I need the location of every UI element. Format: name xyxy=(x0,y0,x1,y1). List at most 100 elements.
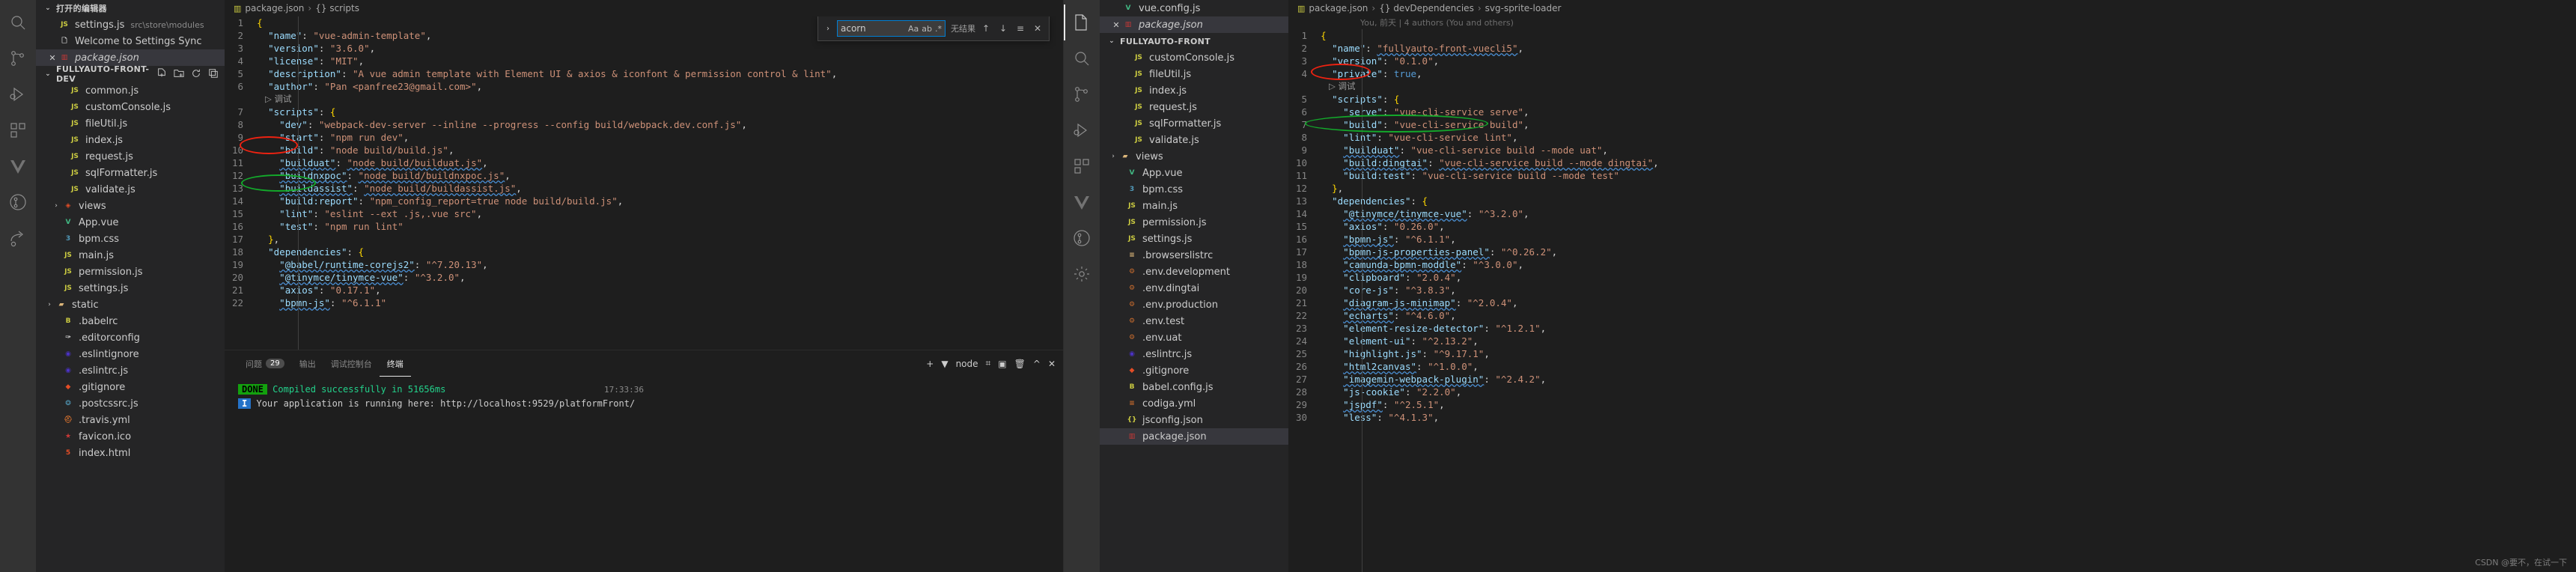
code-line[interactable]: "build": "node build/build.js", xyxy=(257,144,1063,156)
file-tree-item[interactable]: 3 bpm.css xyxy=(1100,181,1288,198)
find-close-icon[interactable]: ✕ xyxy=(1031,23,1044,34)
panel-tab[interactable]: 终端 xyxy=(380,350,411,377)
code-line[interactable]: "scripts": { xyxy=(257,106,1063,118)
code-line[interactable]: "imagemin-webpack-plugin": "^2.4.2", xyxy=(1321,373,2576,386)
file-tree-item[interactable]: JS permission.js xyxy=(36,264,225,280)
find-widget-left[interactable]: › Aa ab .* 无结果 ↑ ↓ ≡ ✕ xyxy=(817,16,1050,41)
file-tree-item[interactable]: JS settings.js xyxy=(1100,231,1288,247)
code-line[interactable]: "buildassist": "node build/buildassist.j… xyxy=(257,182,1063,195)
open-editor-item[interactable]: 🗋 Welcome to Settings Sync xyxy=(36,33,225,49)
breadcrumb-right[interactable]: ▥ package.json › {} devDependencies › sv… xyxy=(1288,0,2576,16)
code-line[interactable]: "name": "fullyauto-front-vuecli5", xyxy=(1321,42,2576,55)
file-tree-item[interactable]: JS request.js xyxy=(1100,99,1288,115)
code-line[interactable]: "dependencies": { xyxy=(257,246,1063,258)
file-tree-item[interactable]: ⚙ .env.test xyxy=(1100,313,1288,329)
file-tree-item[interactable]: JS sqlFormatter.js xyxy=(36,165,225,181)
file-tree-item[interactable]: JS main.js xyxy=(1100,198,1288,214)
close-icon[interactable]: ✕ xyxy=(1110,20,1122,30)
code-line[interactable]: "private": true, xyxy=(1321,67,2576,80)
vue-icon[interactable] xyxy=(1064,184,1100,220)
open-editor-item[interactable]: Vvue.config.js xyxy=(1100,0,1288,16)
file-tree-item[interactable]: ✑ .editorconfig xyxy=(36,329,225,346)
file-tree-item[interactable]: JS main.js xyxy=(36,247,225,264)
code-line[interactable]: "start": "npm run dev", xyxy=(257,131,1063,144)
code-line[interactable]: "diagram-js-minimap": "^2.0.4", xyxy=(1321,296,2576,309)
terminal-output-left[interactable]: 17:33:36 DONE Compiled successfully in 51… xyxy=(225,377,1063,425)
find-input-wrap[interactable]: Aa ab .* xyxy=(837,20,946,37)
file-tree-item[interactable]: B .babelrc xyxy=(36,313,225,329)
code-line[interactable]: "bpmn-js": "^6.1.1" xyxy=(257,296,1063,309)
code-line[interactable]: "author": "Pan <panfree23@gmail.com>", xyxy=(257,80,1063,93)
file-tree-item[interactable]: V App.vue xyxy=(1100,165,1288,181)
settings-gear-icon[interactable] xyxy=(1064,256,1100,292)
file-tree-item[interactable]: ◆ .gitignore xyxy=(36,379,225,395)
code-line[interactable]: "build:report": "npm_config_report=true … xyxy=(257,195,1063,207)
breadcrumb-scope[interactable]: {} devDependencies xyxy=(1379,3,1474,13)
file-tree-item[interactable]: ≡ .browserslistrc xyxy=(1100,247,1288,264)
breadcrumb-left[interactable]: ▥ package.json › {} scripts xyxy=(225,0,1063,16)
code-line[interactable]: "axios": "0.17.1", xyxy=(257,284,1063,296)
file-tree-item[interactable]: ⚙ .env.dingtai xyxy=(1100,280,1288,296)
file-tree-item[interactable]: JS validate.js xyxy=(36,181,225,198)
code-line[interactable]: "build": "vue-cli-service build", xyxy=(1321,118,2576,131)
panel-action-^[interactable]: ^ xyxy=(1033,359,1041,369)
code-line[interactable]: "serve": "vue-cli-service serve", xyxy=(1321,106,2576,118)
files-icon[interactable] xyxy=(1064,4,1100,40)
code-line[interactable]: "bpmn-js": "^6.1.1", xyxy=(1321,233,2576,246)
panel-action-▼[interactable]: ▼ xyxy=(941,359,948,369)
source-control-icon[interactable] xyxy=(1064,76,1100,112)
codelens-debug[interactable]: ▷ 调试 xyxy=(1321,80,2576,93)
code-line[interactable]: "version": "3.6.0", xyxy=(257,42,1063,55)
code-line[interactable]: "buildnxpoc": "node build/buildnxpoc.js"… xyxy=(257,169,1063,182)
code-line[interactable]: "scripts": { xyxy=(1321,93,2576,106)
code-line[interactable]: "highlight.js": "^9.17.1", xyxy=(1321,347,2576,360)
file-tree-item[interactable]: › ▰ static xyxy=(36,296,225,313)
new-folder-icon[interactable] xyxy=(174,68,184,81)
file-tree-item[interactable]: ⚙ .env.production xyxy=(1100,296,1288,313)
file-tree-item[interactable]: JS validate.js xyxy=(1100,132,1288,148)
code-line[interactable]: }, xyxy=(1321,182,2576,195)
panel-action-🗑[interactable]: 🗑 xyxy=(1014,359,1026,369)
file-tree-item[interactable]: JS permission.js xyxy=(1100,214,1288,231)
file-tree-item[interactable]: JS settings.js xyxy=(36,280,225,296)
source-control-icon[interactable] xyxy=(0,40,36,76)
file-tree-item[interactable]: JS index.js xyxy=(1100,82,1288,99)
run-debug-icon[interactable] xyxy=(1064,112,1100,148)
code-line[interactable]: "core-js": "^3.8.3", xyxy=(1321,284,2576,296)
file-tree-item[interactable]: ▥ package.json xyxy=(1100,428,1288,445)
code-line[interactable]: "axios": "0.26.0", xyxy=(1321,220,2576,233)
open-editors-header[interactable]: ⌄ 打开的编辑器 xyxy=(36,0,225,16)
file-tree-item[interactable]: JS customConsole.js xyxy=(1100,49,1288,66)
file-tree-item[interactable]: ⚙ .env.development xyxy=(1100,264,1288,280)
find-in-selection-icon[interactable]: ≡ xyxy=(1014,23,1027,34)
chevron-right-icon[interactable]: › xyxy=(823,25,833,33)
code-line[interactable]: "element-ui": "^2.13.2", xyxy=(1321,335,2576,347)
find-input[interactable] xyxy=(841,23,905,34)
file-tree-item[interactable]: 3 bpm.css xyxy=(36,231,225,247)
file-tree-item[interactable]: ⛑ .travis.yml xyxy=(36,412,225,428)
panel-action-▣[interactable]: ▣ xyxy=(998,359,1006,369)
file-tree-item[interactable]: 5 index.html xyxy=(36,445,225,461)
code-line[interactable]: { xyxy=(1321,29,2576,42)
file-tree-item[interactable]: V App.vue xyxy=(36,214,225,231)
code-line[interactable]: "@babel/runtime-corejs2": "^7.20.13", xyxy=(257,258,1063,271)
project-header-left[interactable]: ⌄ FULLYAUTO-FRONT-DEV xyxy=(36,64,225,84)
file-tree-item[interactable]: › ▰ views xyxy=(1100,148,1288,165)
file-tree-item[interactable]: ≡ codiga.yml xyxy=(1100,395,1288,412)
code-line[interactable]: "@tinymce/tinymce-vue": "^3.2.0", xyxy=(1321,207,2576,220)
open-editor-item[interactable]: ✕ ▥ package.json xyxy=(36,49,225,66)
file-tree-item[interactable]: ★ favicon.ico xyxy=(36,428,225,445)
new-file-icon[interactable] xyxy=(156,67,167,81)
panel-action-+[interactable]: + xyxy=(926,359,934,369)
minimap-left[interactable] xyxy=(1053,33,1063,350)
file-tree-item[interactable]: Bbabel.config.js xyxy=(1100,379,1288,395)
find-next-icon[interactable]: ↓ xyxy=(996,23,1010,34)
extensions-icon[interactable] xyxy=(1064,148,1100,184)
file-tree-item[interactable]: JS sqlFormatter.js xyxy=(1100,115,1288,132)
breadcrumb-file[interactable]: package.json xyxy=(245,3,304,13)
chevron-right-icon[interactable]: › xyxy=(1107,153,1119,160)
refresh-icon[interactable] xyxy=(191,68,201,81)
code-line[interactable]: "html2canvas": "^1.0.0", xyxy=(1321,360,2576,373)
panel-tab[interactable]: 调试控制台 xyxy=(323,350,380,377)
code-line[interactable]: "test": "npm run lint" xyxy=(257,220,1063,233)
